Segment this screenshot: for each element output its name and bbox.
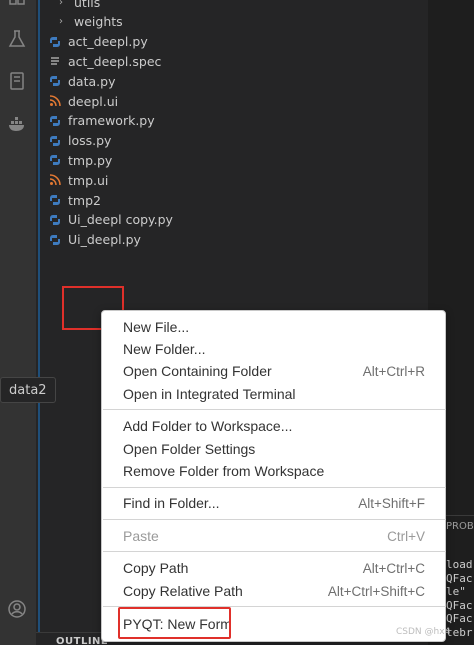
menu-copy-relative-path[interactable]: Copy Relative Path Alt+Ctrl+Shift+C [102, 580, 445, 602]
menu-label: Copy Path [123, 560, 189, 576]
tree-item[interactable]: deepl.ui [48, 91, 118, 111]
docker-icon[interactable] [6, 114, 28, 136]
menu-separator [103, 409, 446, 410]
tree-item-label: utils [74, 0, 101, 10]
account-icon[interactable] [6, 598, 28, 620]
tree-item-label: act_deepl.spec [68, 53, 162, 69]
menu-label: New Folder... [123, 341, 206, 357]
menu-shortcut: Alt+Shift+F [358, 495, 425, 511]
python-file-icon [48, 114, 62, 128]
menu-open-folder-settings[interactable]: Open Folder Settings [102, 438, 445, 460]
menu-shortcut: Alt+Ctrl+R [362, 363, 425, 379]
testing-flask-icon[interactable] [6, 28, 28, 50]
python-file-icon [48, 74, 62, 88]
menu-label: Find in Folder... [123, 495, 220, 511]
ui-file-icon [48, 94, 62, 108]
tree-item-label: framework.py [68, 113, 155, 129]
menu-label: Open Folder Settings [123, 441, 256, 457]
tooltip: data2 [0, 377, 56, 403]
explorer-focus-border [38, 0, 40, 645]
tree-item-label: act_deepl.py [68, 34, 148, 50]
tree-item[interactable]: tmp.ui [48, 170, 108, 190]
tree-item-label: tmp.ui [68, 172, 109, 188]
chevron-right-icon: › [59, 0, 63, 8]
python-file-icon [48, 233, 62, 247]
menu-remove-folder[interactable]: Remove Folder from Workspace [102, 460, 445, 482]
menu-copy-path[interactable]: Copy Path Alt+Ctrl+C [102, 557, 445, 579]
python-file-icon [48, 134, 62, 148]
menu-separator [103, 487, 446, 488]
menu-label: Open in Integrated Terminal [123, 386, 296, 402]
menu-label: Add Folder to Workspace... [123, 418, 293, 434]
menu-shortcut: Alt+Ctrl+Shift+C [327, 583, 425, 599]
python-file-icon [48, 35, 62, 49]
terminal-line: QFac [446, 612, 473, 625]
ui-file-icon [48, 173, 62, 187]
menu-label: Open Containing Folder [123, 363, 272, 379]
tree-item-label: Ui_deepl copy.py [68, 212, 173, 228]
menu-open-containing-folder[interactable]: Open Containing Folder Alt+Ctrl+R [102, 360, 445, 382]
tree-item-label: data.py [68, 73, 116, 89]
menu-label: Paste [123, 528, 159, 544]
menu-new-file[interactable]: New File... [102, 316, 445, 338]
tree-item-label: weights [74, 14, 123, 30]
pyqt-highlight-annotation [118, 607, 231, 639]
menu-label: Remove Folder from Workspace [123, 463, 325, 479]
context-menu: New File... New Folder... Open Containin… [101, 310, 446, 642]
menu-add-folder-to-workspace[interactable]: Add Folder to Workspace... [102, 415, 445, 437]
menu-separator [103, 519, 446, 520]
tree-item[interactable]: data.py [48, 71, 115, 91]
tree-item[interactable]: › utils [54, 0, 100, 12]
tree-item-label: loss.py [68, 133, 112, 149]
tree-item[interactable]: loss.py [48, 131, 111, 151]
tree-item-label: Ui_deepl.py [68, 232, 141, 248]
terminal-line: QFac [446, 571, 473, 585]
menu-shortcut: Alt+Ctrl+C [362, 560, 425, 576]
notebook-icon[interactable] [6, 70, 28, 92]
chevron-right-icon: › [59, 16, 63, 28]
problems-tab[interactable]: PROB [446, 521, 474, 532]
tree-item[interactable]: tmp2 [48, 190, 101, 210]
activity-bar [0, 0, 36, 645]
tree-item[interactable]: › weights [54, 12, 123, 32]
menu-separator [103, 551, 446, 552]
menu-new-folder[interactable]: New Folder... [102, 338, 445, 360]
python-file-icon [48, 193, 62, 207]
python-file-icon [48, 213, 62, 227]
tree-item[interactable]: act_deepl.py [48, 32, 148, 52]
terminal-line: QFac [446, 598, 473, 612]
tree-item-label: tmp.py [68, 152, 113, 168]
menu-paste[interactable]: Paste Ctrl+V [102, 525, 445, 547]
spec-file-icon [48, 54, 62, 68]
menu-label: Copy Relative Path [123, 583, 243, 599]
python-file-icon [48, 153, 62, 167]
tree-item[interactable]: framework.py [48, 111, 155, 131]
tree-item[interactable]: tmp.py [48, 150, 112, 170]
tree-item[interactable]: Ui_deepl.py [48, 230, 141, 250]
tooltip-text: data2 [9, 382, 47, 398]
extensions-icon[interactable] [6, 0, 28, 16]
menu-find-in-folder[interactable]: Find in Folder... Alt+Shift+F [102, 492, 445, 514]
tree-item[interactable]: Ui_deepl copy.py [48, 210, 173, 230]
terminal-line: load [446, 558, 473, 571]
tree-item-label: deepl.ui [68, 93, 119, 109]
menu-open-in-terminal[interactable]: Open in Integrated Terminal [102, 383, 445, 405]
terminal-line: le" [446, 585, 466, 598]
menu-label: New File... [123, 319, 190, 335]
watermark: CSDN @hx4 [396, 627, 451, 637]
tree-item-label: tmp2 [68, 192, 101, 208]
menu-shortcut: Ctrl+V [387, 528, 425, 544]
tree-item[interactable]: act_deepl.spec [48, 51, 161, 71]
